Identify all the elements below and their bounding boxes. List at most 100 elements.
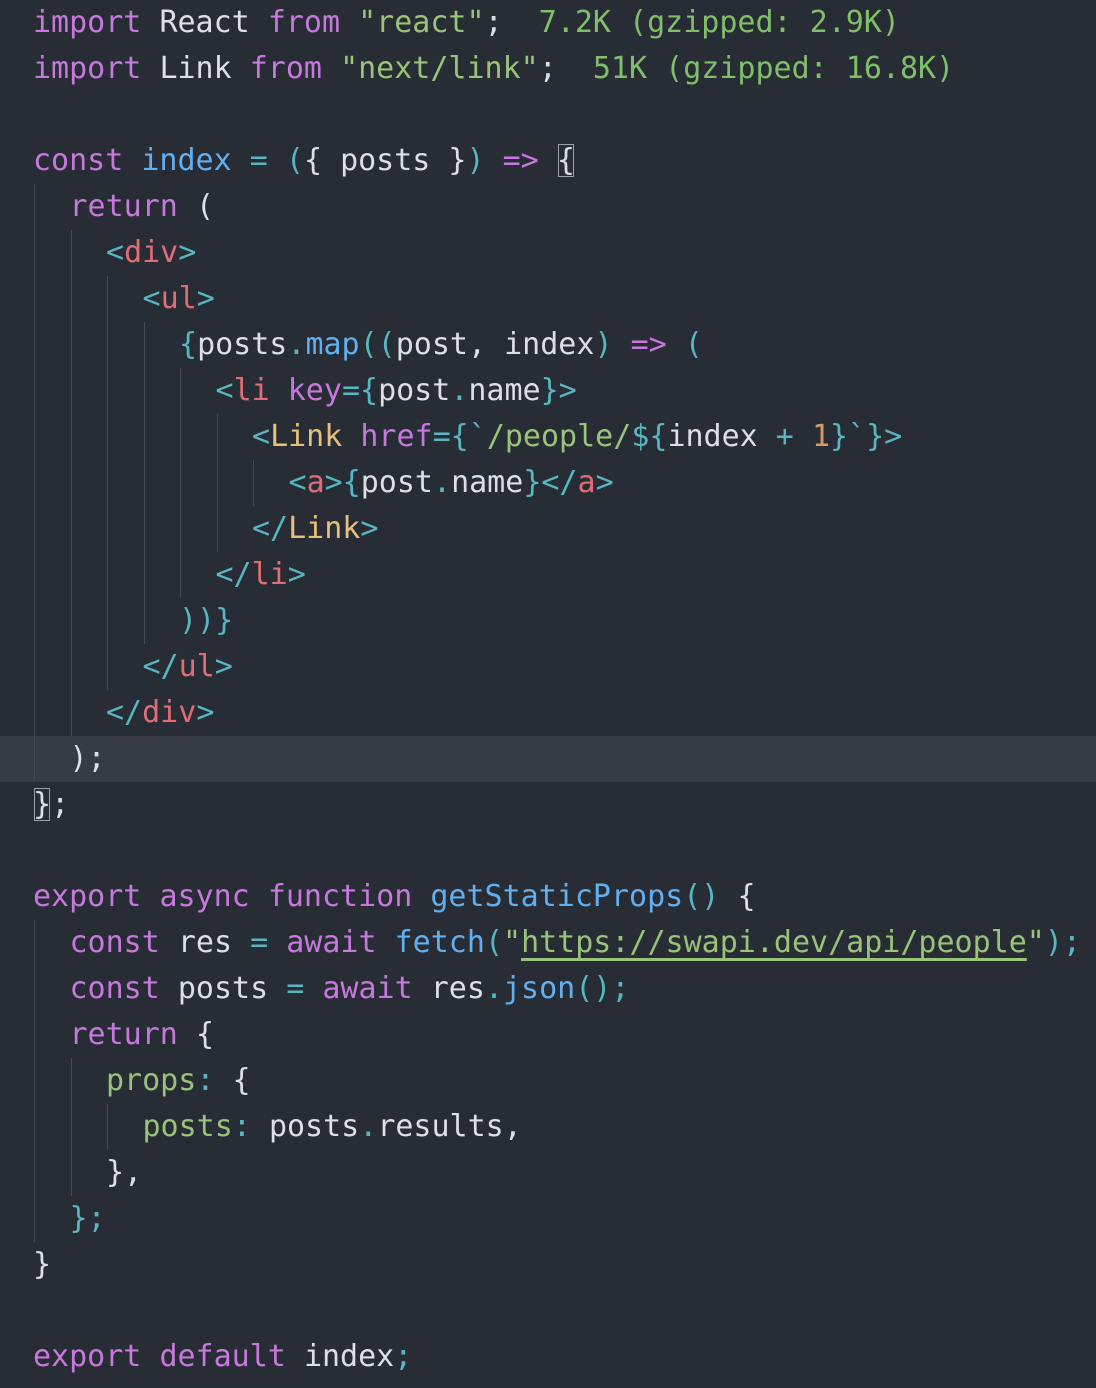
code-token: post (360, 465, 433, 500)
code-token: res (177, 925, 233, 960)
code-line[interactable]: import React from "react"; 7.2K (gzipped… (0, 0, 1096, 46)
code-token: . (484, 971, 503, 1006)
code-token: posts (197, 327, 288, 362)
code-token: a (577, 465, 596, 500)
code-token: ; (394, 1339, 413, 1374)
code-line-content: </Link> (252, 506, 378, 552)
code-line[interactable]: </Link> (0, 506, 1096, 552)
code-token: "react" (358, 5, 485, 40)
code-line-content: <li key={post.name}> (216, 368, 577, 414)
code-token: ( (195, 189, 214, 224)
code-line[interactable] (0, 828, 1096, 874)
code-token: map (305, 327, 360, 362)
code-token: { (232, 1063, 251, 1098)
code-token: >{ (324, 465, 361, 500)
code-token: posts (177, 971, 269, 1006)
code-token: name (468, 373, 541, 408)
code-token: ) (466, 143, 503, 178)
code-token: => (502, 143, 557, 178)
code-token: } (33, 787, 52, 822)
code-line-content: const posts = await res.json(); (70, 966, 630, 1012)
code-line[interactable]: }; (0, 782, 1096, 828)
code-line[interactable]: <Link href={`/people/${index + 1}`}> (0, 414, 1096, 460)
code-token: ${ (631, 419, 668, 454)
code-token: . (287, 327, 306, 362)
code-line[interactable]: <div> (0, 230, 1096, 276)
code-token: index (303, 1339, 395, 1374)
code-token: posts (340, 143, 431, 178)
code-token: > (360, 511, 379, 546)
code-line[interactable]: } (0, 1242, 1096, 1288)
code-token: ))} (179, 603, 234, 638)
code-line[interactable]: posts: posts.results, (0, 1104, 1096, 1150)
indent-guide (70, 1058, 72, 1196)
code-token: name (451, 465, 524, 500)
code-token: results (377, 1109, 504, 1144)
code-line[interactable]: <a>{post.name}</a> (0, 460, 1096, 506)
code-line[interactable]: export async function getStaticProps() { (0, 874, 1096, 920)
code-line[interactable]: const res = await fetch("https://swapi.d… (0, 920, 1096, 966)
code-token: post (378, 373, 451, 408)
indent-guide (34, 920, 35, 1242)
code-line[interactable]: ); (0, 736, 1096, 782)
code-line-content: }; (70, 1196, 106, 1242)
code-line[interactable]: const index = ({ posts }) => { (0, 138, 1096, 184)
code-line[interactable]: }; (0, 1196, 1096, 1242)
code-editor[interactable]: import React from "react"; 7.2K (gzipped… (0, 0, 1096, 1388)
code-token: href (360, 419, 433, 454)
code-line-content: const res = await fetch("https://swapi.d… (70, 920, 1081, 966)
code-line[interactable]: </li> (0, 552, 1096, 598)
code-line[interactable]: ))} (0, 598, 1096, 644)
code-line[interactable]: }, (0, 1150, 1096, 1196)
url-link[interactable]: https://swapi.dev/api/people (521, 925, 1027, 960)
code-line[interactable] (0, 92, 1096, 138)
code-line-content: <div> (106, 230, 196, 276)
code-line-content: export default index; (33, 1334, 412, 1380)
code-token: ul (160, 281, 197, 316)
code-line[interactable]: return { (0, 1012, 1096, 1058)
code-line-content: <a>{post.name}</a> (289, 460, 614, 506)
code-token: const (69, 971, 178, 1006)
code-token: async (159, 879, 268, 914)
code-line-content: </ul> (143, 644, 233, 690)
code-token: posts (268, 1109, 360, 1144)
code-line-content: import React from "react"; 7.2K (gzipped… (33, 0, 900, 46)
code-line[interactable]: props: { (0, 1058, 1096, 1104)
code-line-content: }, (106, 1150, 142, 1196)
code-token: await (286, 925, 395, 960)
indent-guide (34, 184, 35, 782)
code-token: . (359, 1109, 378, 1144)
code-line[interactable]: {posts.map((post, index) => ( (0, 322, 1096, 368)
code-token: const (33, 143, 142, 178)
code-line[interactable]: import Link from "next/link"; 51K (gzipp… (0, 46, 1096, 92)
code-token: }> (540, 373, 577, 408)
code-line[interactable]: </div> (0, 690, 1096, 736)
code-token: ; (484, 5, 503, 40)
code-token: from (249, 51, 341, 86)
code-token: { (737, 879, 756, 914)
code-token: </ (106, 695, 143, 730)
code-token: ; (538, 51, 557, 86)
code-token: index (141, 143, 232, 178)
code-token: . (433, 465, 452, 500)
code-line-content: ); (70, 736, 106, 782)
code-line[interactable]: const posts = await res.json(); (0, 966, 1096, 1012)
code-token: { (303, 143, 341, 178)
import-size-hint: 7.2K (gzipped: 2.9K) (502, 5, 900, 40)
code-token: /people/ (486, 419, 632, 454)
code-token: (); (575, 971, 630, 1006)
code-line-content: </li> (216, 552, 306, 598)
code-token: < (252, 419, 271, 454)
code-token: return (69, 189, 196, 224)
code-line[interactable]: <ul> (0, 276, 1096, 322)
code-line[interactable]: return ( (0, 184, 1096, 230)
code-token: < (288, 465, 307, 500)
code-token: function (267, 879, 431, 914)
code-line-content: {posts.map((post, index) => ( (179, 322, 703, 368)
code-line[interactable]: export default index; (0, 1334, 1096, 1380)
code-token: 1 (811, 419, 830, 454)
code-line[interactable]: <li key={post.name}> (0, 368, 1096, 414)
code-token: a (306, 465, 325, 500)
code-line[interactable]: </ul> (0, 644, 1096, 690)
code-line[interactable] (0, 1288, 1096, 1334)
